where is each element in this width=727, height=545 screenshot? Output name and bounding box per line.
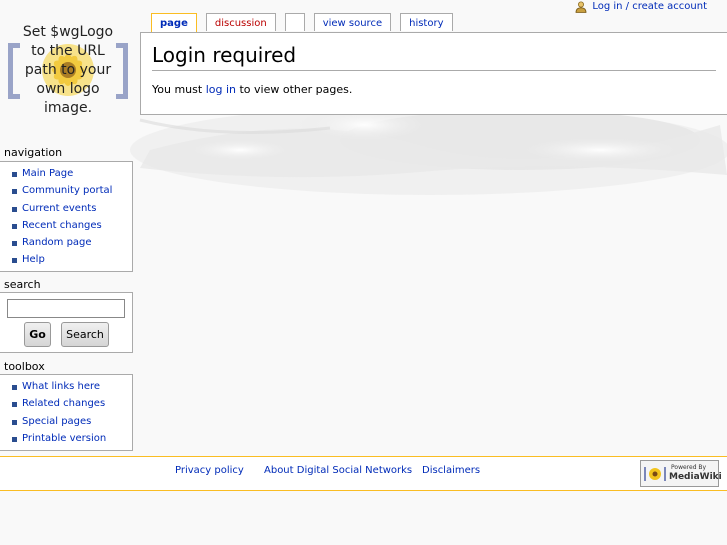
logo-placeholder-text: Set $wgLogo to the URL path to your own … bbox=[22, 24, 114, 116]
login-create-account-link[interactable]: Log in / create account bbox=[592, 1, 707, 13]
site-logo[interactable]: Set $wgLogo to the URL path to your own … bbox=[6, 23, 130, 118]
bullet-icon bbox=[12, 436, 17, 442]
mediawiki-sunflower-icon bbox=[644, 467, 666, 481]
body-text: You must log in to view other pages. bbox=[152, 83, 353, 96]
search-input[interactable] bbox=[7, 299, 125, 318]
bullet-icon bbox=[12, 241, 17, 247]
nav-item-current-events: Current events bbox=[12, 200, 132, 217]
nav-item-random-page: Random page bbox=[12, 234, 132, 251]
mediawiki-text: MediaWiki bbox=[669, 472, 722, 482]
go-button[interactable]: Go bbox=[24, 322, 51, 347]
tab-view-source[interactable]: view source bbox=[313, 13, 392, 31]
toolbox-item-special-pages: Special pages bbox=[12, 413, 132, 430]
tab-discussion[interactable]: discussion bbox=[205, 13, 276, 31]
powered-by-text: Powered By bbox=[671, 464, 707, 471]
toolbox-item-what-links-here: What links here bbox=[12, 378, 132, 395]
search-button[interactable]: Search bbox=[61, 322, 109, 347]
bullet-icon bbox=[12, 258, 17, 264]
personal-tools: Log in / create account bbox=[574, 0, 707, 14]
bullet-icon bbox=[12, 206, 17, 212]
nav-item-recent-changes: Recent changes bbox=[12, 217, 132, 234]
bullet-icon bbox=[12, 385, 17, 390]
toolbox-item-printable-version: Printable version bbox=[12, 430, 132, 447]
tab-history[interactable]: history bbox=[400, 13, 453, 31]
search-portlet: Go Search bbox=[0, 292, 133, 353]
toolbox-item-related-changes: Related changes bbox=[12, 395, 132, 412]
toolbox-portlet: What links here Related changes Special … bbox=[0, 374, 133, 451]
nav-item-main-page: Main Page bbox=[12, 165, 132, 182]
log-in-link[interactable]: log in bbox=[206, 83, 236, 96]
tab-page[interactable]: page bbox=[151, 13, 197, 33]
footer: Privacy policy About Digital Social Netw… bbox=[0, 456, 727, 491]
page-tabs: page discussion view source history bbox=[151, 13, 462, 33]
user-icon bbox=[575, 1, 587, 13]
privacy-policy-link[interactable]: Privacy policy bbox=[175, 458, 244, 484]
nav-item-community-portal: Community portal bbox=[12, 182, 132, 199]
nav-item-help: Help bbox=[12, 251, 132, 268]
disclaimers-link[interactable]: Disclaimers bbox=[422, 458, 480, 484]
powered-by-mediawiki-badge[interactable]: Powered By MediaWiki bbox=[640, 460, 722, 487]
navigation-portlet: Main Page Community portal Current event… bbox=[0, 161, 133, 272]
navigation-heading: navigation bbox=[4, 146, 63, 159]
bullet-icon bbox=[12, 223, 17, 229]
bullet-icon bbox=[12, 419, 17, 425]
bullet-icon bbox=[12, 189, 17, 195]
page-title: Login required bbox=[152, 42, 716, 71]
bullet-icon bbox=[12, 172, 17, 177]
tab-empty[interactable] bbox=[284, 13, 305, 31]
search-heading: search bbox=[4, 278, 41, 291]
toolbox-heading: toolbox bbox=[4, 360, 45, 373]
footer-links: Privacy policy About Digital Social Netw… bbox=[0, 457, 727, 490]
bullet-icon bbox=[12, 402, 17, 408]
about-link[interactable]: About Digital Social Networks bbox=[264, 458, 412, 484]
main-content: Login required You must log in to view o… bbox=[140, 32, 727, 115]
